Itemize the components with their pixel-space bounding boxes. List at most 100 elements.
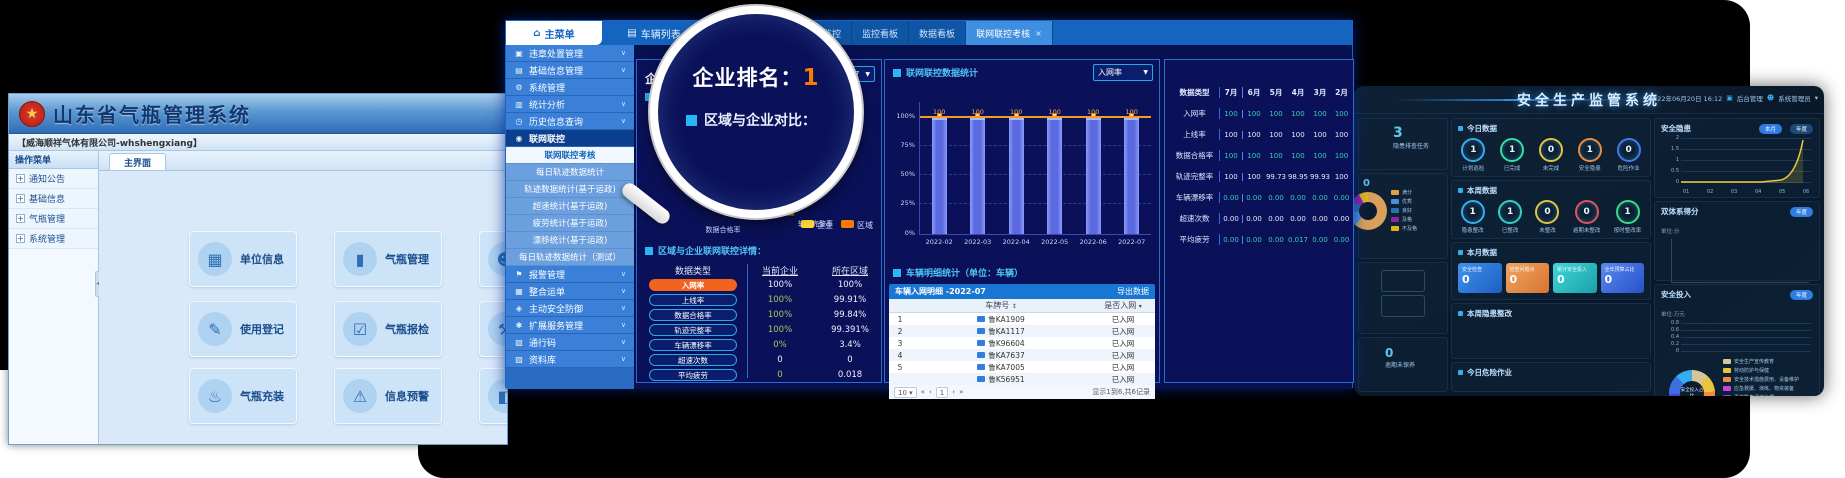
year-filter-button[interactable]: 年度 bbox=[1790, 124, 1813, 134]
monthly-row: 车辆漂移率0.000.000.000.000.000.00 bbox=[1170, 187, 1350, 208]
expand-icon[interactable]: + bbox=[16, 174, 25, 183]
tile-grid: ▦单位信息 ▮气瓶管理 ☻ ✎使用登记 ☑气瓶报检 ⚒ ♨气瓶充装 ⚠信息预警 … bbox=[99, 171, 507, 444]
menu-alarm-mgmt[interactable]: ⚑报警管理∨ bbox=[506, 266, 634, 283]
vehicle-row[interactable]: 4鲁KA7637已入网 bbox=[889, 349, 1155, 361]
bar bbox=[932, 118, 947, 234]
building-icon: ▦ bbox=[198, 242, 232, 276]
submenu-daily-track-stats[interactable]: 每日轨迹数据统计 bbox=[506, 164, 634, 181]
menu-history-query[interactable]: ◷历史信息查询∨ bbox=[506, 113, 634, 130]
sidebar-item-cylinder-mgmt[interactable]: +气瓶管理 bbox=[9, 209, 98, 229]
vehicle-row[interactable]: 2鲁KA1117已入网 bbox=[889, 325, 1155, 337]
stat-card: 安全检查0 bbox=[1458, 263, 1502, 293]
current-user[interactable]: 系统管理员 bbox=[1778, 93, 1811, 103]
submenu-daily-track-test[interactable]: 每日轨迹数据统计（测试） bbox=[506, 249, 634, 266]
tab-network-assessment[interactable]: 联网联控考核× bbox=[966, 21, 1053, 45]
first-page-icon[interactable]: « bbox=[921, 388, 925, 396]
tile-cut-right-3[interactable]: ◧ bbox=[479, 368, 507, 424]
type-pill[interactable]: 轨迹完整率 bbox=[649, 324, 737, 336]
alert-icon: ⚠ bbox=[343, 379, 377, 413]
expand-icon[interactable]: + bbox=[16, 194, 25, 203]
overdue-value: 0 bbox=[1385, 346, 1443, 360]
menu-data-library[interactable]: ▨资料库∨ bbox=[506, 351, 634, 368]
tile-inspection[interactable]: ☑气瓶报检 bbox=[334, 301, 442, 357]
menu-statistics[interactable]: ▥统计分析∨ bbox=[506, 96, 634, 113]
hazard-chart-box: 安全隐患 本月 年度 2 1.5 1 0.5 0 bbox=[1654, 118, 1820, 198]
page-size-select[interactable]: 10 ▾ bbox=[894, 387, 917, 398]
tile-cut-right-1[interactable]: ☻ bbox=[479, 231, 507, 287]
close-icon[interactable]: × bbox=[1035, 29, 1042, 38]
type-pill[interactable]: 平均疲劳 bbox=[649, 369, 737, 381]
prev-page-icon[interactable]: ‹ bbox=[929, 388, 932, 396]
detail-row: 平均疲劳00.018 bbox=[641, 367, 877, 382]
type-pill[interactable]: 上线率 bbox=[649, 294, 737, 306]
bar-cell: 100 bbox=[1074, 86, 1113, 234]
filter-caret-icon[interactable]: ▾ bbox=[1139, 303, 1142, 310]
submenu-overspeed-stats[interactable]: 超速统计(基于运政) bbox=[506, 198, 634, 215]
magnified-compare-title: 区域与企业对比： bbox=[686, 110, 816, 130]
sidebar-item-notices[interactable]: +通知公告 bbox=[9, 169, 98, 189]
menu-system-mgmt[interactable]: ⚙系统管理 bbox=[506, 79, 634, 96]
safety-left-column: 3 隐患排查任务 0 满分 优秀 良好 及格 不及格 bbox=[1358, 118, 1448, 392]
submenu-drift-stats[interactable]: 漂移统计(基于运政) bbox=[506, 232, 634, 249]
vehicle-row[interactable]: 5鲁KA7005已入网 bbox=[889, 361, 1155, 373]
menu-network-control[interactable]: ◉联网联控 bbox=[506, 130, 634, 147]
last-page-icon[interactable]: » bbox=[959, 388, 963, 396]
type-pill[interactable]: 超速次数 bbox=[649, 354, 737, 366]
vehicle-row[interactable]: 1鲁KA1909已入网 bbox=[889, 313, 1155, 325]
tile-usage-register[interactable]: ✎使用登记 bbox=[189, 301, 297, 357]
menu-active-safety[interactable]: ◈主动安全防御∨ bbox=[506, 300, 634, 317]
year-filter-button[interactable]: 年度 bbox=[1790, 290, 1813, 300]
sort-icon[interactable]: ↕ bbox=[1012, 303, 1017, 310]
vehicle-row[interactable]: 3鲁K96604已入网 bbox=[889, 337, 1155, 349]
globe-icon: ◉ bbox=[514, 134, 524, 143]
tab-main[interactable]: 主界面 bbox=[109, 153, 166, 170]
expand-icon[interactable]: + bbox=[16, 234, 25, 243]
plate-column-header[interactable]: 车牌号 ↕ bbox=[911, 300, 1091, 311]
menu-waybill[interactable]: ▦整合运单∨ bbox=[506, 283, 634, 300]
menu-basic-info[interactable]: ▤基础信息管理∨ bbox=[506, 62, 634, 79]
tile-cut-right-2[interactable]: ⚒ bbox=[479, 301, 507, 357]
export-button[interactable]: 导出数据 bbox=[1117, 286, 1149, 297]
submenu-track-stats[interactable]: 轨迹数据统计(基于运政) bbox=[506, 181, 634, 198]
detail-table-header: 数据类型 当前企业 所在区域 bbox=[641, 264, 877, 277]
caret-down-icon[interactable]: ▾ bbox=[1815, 94, 1818, 102]
main-menu-button[interactable]: ⌂主菜单 bbox=[506, 21, 602, 45]
chevron-down-icon: ∨ bbox=[621, 270, 626, 278]
month-filter-button[interactable]: 本月 bbox=[1759, 124, 1782, 134]
bar-cell: 100 bbox=[920, 86, 959, 234]
shield-icon: ◈ bbox=[514, 304, 524, 313]
tile-unit-info[interactable]: ▦单位信息 bbox=[189, 231, 297, 287]
type-pill[interactable]: 数据合格率 bbox=[649, 309, 737, 321]
year-filter-button[interactable]: 年度 bbox=[1790, 207, 1813, 217]
menu-pass-code[interactable]: ▧通行码∨ bbox=[506, 334, 634, 351]
tile-cylinder-mgmt[interactable]: ▮气瓶管理 bbox=[334, 231, 442, 287]
vehicle-row[interactable]: 鲁K56951已入网 bbox=[889, 373, 1155, 385]
menu-extended-services[interactable]: ✱扩展服务管理∨ bbox=[506, 317, 634, 334]
sidebar-item-system-mgmt[interactable]: +系统管理 bbox=[9, 229, 98, 249]
tile-filling[interactable]: ♨气瓶充装 bbox=[189, 368, 297, 424]
submenu-fatigue-stats[interactable]: 疲劳统计(基于运政) bbox=[506, 215, 634, 232]
menu-violation-mgmt[interactable]: ▣违章处置管理∨ bbox=[506, 45, 634, 62]
next-page-icon[interactable]: › bbox=[952, 388, 955, 396]
submenu-network-assessment[interactable]: 联网联控考核 bbox=[506, 147, 634, 164]
tab-monitor-board[interactable]: 监控看板 bbox=[852, 21, 909, 45]
type-pill-active[interactable]: 入网率 bbox=[649, 279, 737, 291]
score-chart-box: 双体系得分 年度 单位:分 bbox=[1654, 201, 1820, 281]
vehicle-dashboard-window: ⌂主菜单 ▤车辆列表 « 车辆监控 视频监控 监控看板 数据看板 联网联控考核×… bbox=[505, 20, 1353, 388]
type-pill[interactable]: 车辆漂移率 bbox=[649, 339, 737, 351]
ring-stat: 0 bbox=[1539, 138, 1563, 162]
sidebar-item-basic-info[interactable]: +基础信息 bbox=[9, 189, 98, 209]
tab-data-board[interactable]: 数据看板 bbox=[909, 21, 966, 45]
metric-select[interactable]: 入网率▼ bbox=[1093, 64, 1153, 81]
ring-stat: 0 bbox=[1617, 138, 1641, 162]
admin-link[interactable]: 后台管理 bbox=[1737, 93, 1763, 103]
tile-alert[interactable]: ⚠信息预警 bbox=[334, 368, 442, 424]
expand-icon[interactable]: + bbox=[16, 214, 25, 223]
list-icon: ▤ bbox=[627, 28, 636, 39]
current-page[interactable]: 1 bbox=[936, 387, 948, 398]
status-column-header[interactable]: 是否入网 ▾ bbox=[1091, 300, 1155, 311]
score-value: 0 bbox=[1363, 178, 1443, 189]
safety-right-column: 安全隐患 本月 年度 2 1.5 1 0.5 0 bbox=[1654, 118, 1820, 392]
detail-row: 轨迹完整率100%99.391% bbox=[641, 322, 877, 337]
invest-chart-box: 安全投入 年度 单位:万元 0.8 0.6 0.4 0.2 0 bbox=[1654, 284, 1820, 396]
